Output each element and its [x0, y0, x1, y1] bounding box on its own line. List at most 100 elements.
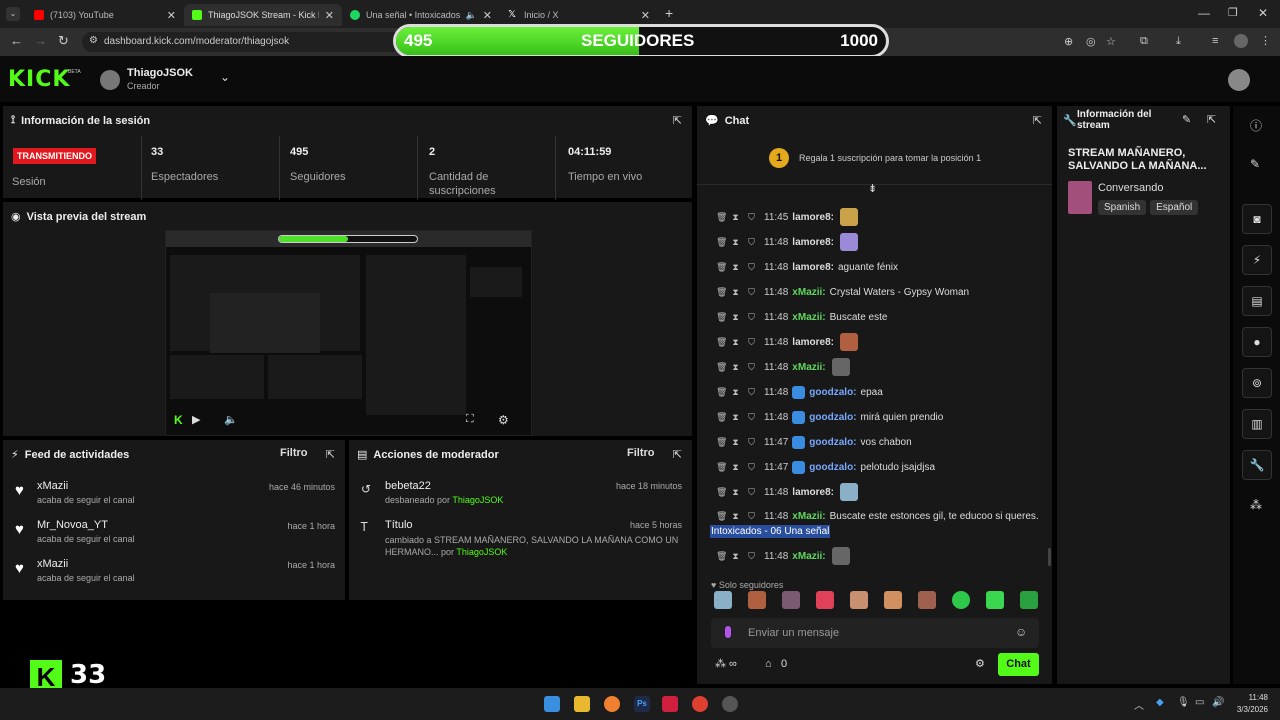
shield-icon[interactable]: ⛉ — [748, 212, 755, 223]
emoji-icon[interactable]: ☺ — [1015, 625, 1027, 639]
broadcast-icon[interactable]: ⊚ — [1242, 368, 1272, 398]
timeout-icon[interactable]: ⧗ — [732, 312, 739, 323]
timeout-icon[interactable]: ⧗ — [732, 511, 739, 522]
bolt-icon[interactable]: ⚡ — [1242, 245, 1272, 275]
gift-prompt[interactable]: Regala 1 suscripción para tomar la posic… — [799, 153, 981, 163]
forward-icon[interactable]: → — [34, 33, 47, 48]
timeout-icon[interactable]: ⧗ — [732, 462, 739, 473]
speaker-icon[interactable]: 🔈 — [466, 10, 477, 21]
settings-icon[interactable]: ⚙ — [498, 413, 509, 427]
tag[interactable]: Español — [1150, 200, 1199, 215]
windows-start-icon[interactable] — [544, 696, 560, 712]
new-tab-button[interactable]: + — [665, 5, 673, 21]
user-avatar[interactable] — [1228, 69, 1250, 91]
blender-icon[interactable] — [604, 696, 620, 712]
trash-icon[interactable]: 🗑 — [716, 312, 727, 323]
menu-icon[interactable]: ⋮ — [1260, 34, 1271, 47]
tab-spotify[interactable]: Una señal • Intoxicados 🔈 ✕ — [342, 4, 500, 26]
shield-icon[interactable]: ⛉ — [748, 437, 755, 448]
popout-icon[interactable]: ⇱ — [673, 448, 682, 461]
download-icon[interactable]: ⤓ — [1176, 35, 1181, 48]
shield-icon[interactable]: ⛉ — [748, 362, 755, 373]
close-icon[interactable]: ✕ — [641, 9, 650, 22]
site-info-icon[interactable]: ⚙ — [89, 35, 98, 46]
eye-off-icon[interactable]: ◎ — [1086, 35, 1096, 48]
timeout-icon[interactable]: ⧗ — [732, 262, 739, 273]
timeout-icon[interactable]: ⧗ — [732, 337, 739, 348]
store-icon[interactable]: ⌂ — [765, 658, 772, 670]
shield-icon[interactable]: ⛉ — [748, 462, 755, 473]
network-icon[interactable]: ▭ — [1195, 697, 1204, 708]
settings-icon[interactable]: ⚙ — [975, 657, 985, 670]
fullscreen-icon[interactable]: ⛶ — [466, 413, 474, 426]
timeout-icon[interactable]: ⧗ — [732, 212, 739, 223]
edit-icon[interactable]: ✎ — [1250, 157, 1260, 171]
mic-icon[interactable] — [725, 626, 731, 638]
shield-icon[interactable]: ⛉ — [748, 262, 755, 273]
close-icon[interactable]: ✕ — [483, 9, 492, 22]
shield-icon[interactable]: ⛉ — [748, 511, 755, 522]
address-bar[interactable]: ⚙ dashboard.kick.com/moderator/thiagojso… — [82, 32, 402, 52]
timeout-icon[interactable]: ⧗ — [732, 387, 739, 398]
emote[interactable] — [850, 591, 868, 609]
trash-icon[interactable]: 🗑 — [716, 262, 727, 273]
chat-input[interactable]: Enviar un mensaje ☺ — [711, 618, 1039, 648]
timeout-icon[interactable]: ⧗ — [732, 412, 739, 423]
wrench-icon[interactable]: 🔧 — [1242, 450, 1272, 480]
close-window-button[interactable]: ✕ — [1258, 6, 1268, 20]
stream-video[interactable]: K ▶ 🔈 ⚙ ⛶ — [165, 230, 532, 436]
timeout-icon[interactable]: ⧗ — [732, 287, 739, 298]
popout-icon[interactable]: ⇱ — [1207, 113, 1216, 126]
document-icon[interactable]: ▤ — [1242, 286, 1272, 316]
chat-bubble-icon[interactable]: ● — [1242, 327, 1272, 357]
emote[interactable] — [918, 591, 936, 609]
camera-icon[interactable]: ◙ — [1242, 204, 1272, 234]
volume-icon[interactable]: 🔊 — [1212, 697, 1224, 708]
shield-icon[interactable]: ⛉ — [748, 412, 755, 423]
back-icon[interactable]: ← — [10, 33, 23, 48]
trash-icon[interactable]: 🗑 — [716, 337, 727, 348]
tag[interactable]: Spanish — [1098, 200, 1147, 215]
reading-list-icon[interactable]: ≡ — [1212, 35, 1218, 47]
popout-icon[interactable]: ⇱ — [673, 114, 682, 127]
shield-icon[interactable]: ⛉ — [748, 237, 755, 248]
emote[interactable] — [714, 591, 732, 609]
shield-icon[interactable]: ⛉ — [748, 287, 755, 298]
maximize-button[interactable]: ❐ — [1228, 6, 1238, 19]
minimize-button[interactable]: — — [1198, 6, 1210, 20]
zoom-icon[interactable]: ⊕ — [1064, 35, 1073, 48]
points-infinity-icon[interactable]: ⁂ ∞ — [715, 657, 737, 670]
timeout-icon[interactable]: ⧗ — [732, 237, 739, 248]
filter-button[interactable]: Filtro — [627, 447, 655, 459]
kick-logo[interactable]: KICK — [8, 67, 70, 92]
extensions-icon[interactable]: ⧉ — [1140, 35, 1148, 48]
clock[interactable]: 11:48 3/3/2026 — [1236, 693, 1268, 714]
timeout-icon[interactable]: ⧗ — [732, 551, 739, 562]
emote[interactable] — [952, 591, 970, 609]
bookmark-star-icon[interactable]: ☆ — [1106, 35, 1116, 48]
chevron-down-icon[interactable]: ⌄ — [220, 70, 230, 84]
close-icon[interactable]: ✕ — [167, 9, 176, 22]
trash-icon[interactable]: 🗑 — [716, 487, 727, 498]
emote[interactable] — [782, 591, 800, 609]
scroll-down-icon[interactable]: ⇟ — [868, 182, 877, 195]
volume-icon[interactable]: 🔈 — [224, 413, 238, 426]
emote[interactable] — [986, 591, 1004, 609]
scrollbar[interactable] — [1048, 548, 1051, 566]
file-explorer-icon[interactable] — [574, 696, 590, 712]
mic-icon[interactable]: 🎙 — [1177, 697, 1190, 708]
popout-icon[interactable]: ⇱ — [1033, 114, 1042, 127]
play-icon[interactable]: ▶ — [192, 413, 200, 426]
emote[interactable] — [816, 591, 834, 609]
trash-icon[interactable]: 🗑 — [716, 237, 727, 248]
send-chat-button[interactable]: Chat — [998, 653, 1039, 676]
more-icon[interactable]: ⁂ — [1250, 498, 1262, 512]
wps-icon[interactable] — [662, 696, 678, 712]
chevron-up-icon[interactable]: ︿ — [1134, 697, 1144, 712]
printer-icon[interactable]: ▥ — [1242, 409, 1272, 439]
photoshop-icon[interactable]: Ps — [634, 696, 650, 712]
chrome-icon[interactable] — [692, 696, 708, 712]
tray-app-icon[interactable]: ◆ — [1156, 697, 1164, 708]
emote[interactable] — [1020, 591, 1038, 609]
trash-icon[interactable]: 🗑 — [716, 511, 727, 522]
